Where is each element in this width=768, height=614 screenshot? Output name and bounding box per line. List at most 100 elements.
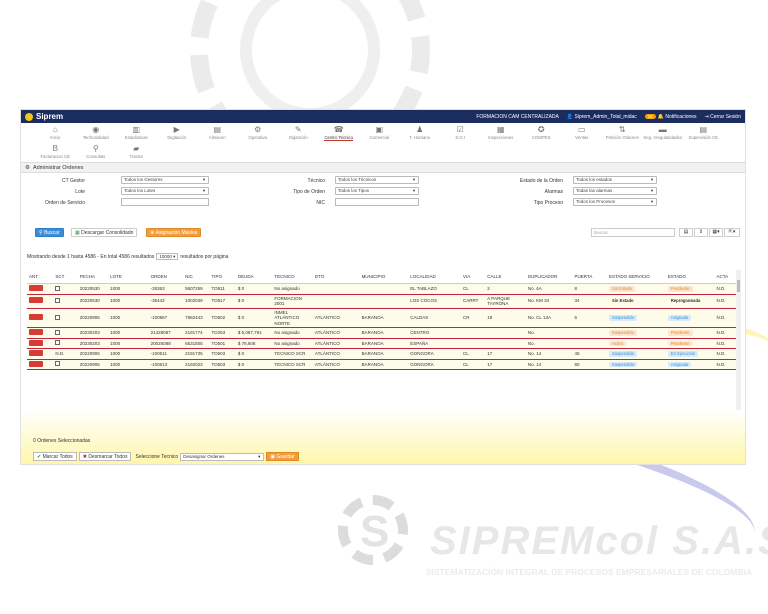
row-checkbox[interactable] [55,314,61,320]
orden-servicio-input[interactable] [121,198,209,206]
column-header[interactable]: ANT. [27,270,54,284]
brand-logo[interactable]: Siprem [25,112,63,121]
nav-item-inicio[interactable]: ⌂ Inicio [35,125,76,144]
cell-puerta: 8 [572,283,607,295]
row-checkbox[interactable] [55,361,61,366]
column-header[interactable]: ORDEN [148,270,184,284]
logout-link[interactable]: ⇥ Cerrar Sesión [705,114,741,120]
table-search-input[interactable]: Buscar [591,228,675,237]
column-header[interactable]: LOCALIDAD [408,270,461,284]
tipo-orden-select[interactable]: Todos los Tipos ▼ [335,187,419,195]
column-header[interactable]: MUNICIPIO [359,270,409,284]
lote-select[interactable]: Todos los Lotes ▼ [121,187,209,195]
nav-item-t-humano[interactable]: ♟ T. Humano [400,125,441,144]
nic-input[interactable] [335,198,419,206]
alarm-indicator[interactable] [29,329,43,335]
column-header[interactable]: NIC [183,270,210,284]
page-size-select[interactable]: 10000 ▾ [156,253,179,260]
cell-duplicador: No. CL 13A [525,308,573,328]
column-header[interactable]: ESTADO [665,270,715,284]
nav-item-consultas[interactable]: ⚲ Consultas [76,144,117,163]
row-checkbox[interactable] [55,340,61,345]
column-header[interactable]: PUERTA [572,270,607,284]
table-row[interactable]: 20220530 1000 -35442 1002039 TO817 $ 0 FORMACI… [27,294,741,309]
nav-item-operativa[interactable]: ⚙ Operativa [238,125,279,144]
column-header[interactable]: ESTADO SERVICIO [606,270,666,284]
cell-deuda: $ 0 [235,294,273,309]
column-header[interactable]: TECNICO [272,270,313,284]
columns-icon[interactable]: ▦▾ [709,228,723,237]
table-scrollbar-thumb[interactable] [737,280,740,292]
nav-icon: ⚙ [254,125,262,134]
tecnico-select[interactable]: Todos los Técnicos ▼ [335,176,419,184]
nav-item-compes[interactable]: ✪ COMPES [521,125,562,144]
guardar-button[interactable]: ▣ Guardar [266,452,299,461]
sort-icon[interactable]: ⇕ [694,228,708,237]
nav-item-tractor[interactable]: ▰ Tractor [116,144,157,163]
table-row[interactable]: 20220906 1000 -100567 7982443 TO502 $ 0 INMEL … [27,308,741,328]
cell-calle [485,338,526,349]
alarm-indicator[interactable] [29,360,43,367]
marcar-todos-button[interactable]: ✔ Marcar Todos [33,452,77,461]
estado-orden-select[interactable]: Todos los estados ▼ [573,176,657,184]
buscar-button[interactable]: ⚲ Buscar [35,228,64,237]
alarm-indicator[interactable] [29,297,43,304]
column-header[interactable]: DTO [312,270,360,284]
nav-item-digitaci-n[interactable]: ✎ Digitación [278,125,319,144]
chevron-down-icon: ▼ [412,177,416,182]
nav-item-s-g-i[interactable]: ☑ S.G.I [440,125,481,144]
tipo-proceso-select[interactable]: Todos los Procesos ▼ [573,198,657,206]
alarm-indicator[interactable] [29,339,43,346]
seleccione-tecnico-select[interactable]: Desasignar Ordenes ▼ [180,452,265,461]
notifications-menu[interactable]: 15 🔔 Notificaciones [644,113,697,120]
alarm-indicator[interactable] [29,285,43,291]
alarm-indicator[interactable] [29,350,43,356]
ct-gestor-select[interactable]: Todos los Gestores ▼ [121,176,209,184]
cell-dto: ATLÁNTICO [312,327,360,339]
column-header[interactable]: SCT [53,270,78,284]
nav-item-estadisticas[interactable]: ▥ Estadisticas [116,125,157,144]
table-row[interactable]: 20220906 1000 -100613 2192023 TO503 $ 0 TECNIC… [27,359,741,370]
nav-item-centro-tecnico[interactable]: ☎ Centro Tecnico [319,125,360,144]
column-header[interactable]: CALLE [485,270,526,284]
nav-item-supervisi-n-ce[interactable]: ▤ Supervisión CE [683,125,724,144]
cell-sct [53,327,78,339]
nav-item-seg-irregularidades[interactable]: ▬ Seg. Irregularidades [643,125,684,144]
nav-item-ventas[interactable]: ▭ Ventas [562,125,603,144]
column-header[interactable]: FECHA [77,270,109,284]
row-checkbox[interactable] [55,285,61,291]
bell-icon: 🔔 [657,113,666,120]
alarm-indicator[interactable] [29,314,43,320]
nav-item-almacen[interactable]: ▤ Almacen [197,125,238,144]
tipo-proceso-value: Todos los Procesos [576,199,616,204]
cell-municipio: BARANOA [359,348,409,360]
nav-item-inspecciones[interactable]: ▦ Inspecciones [481,125,522,144]
descargar-consolidado-button[interactable]: ▦ Descargar Consolidado [71,228,138,237]
column-header[interactable]: DEUDA [235,270,273,284]
column-header[interactable]: VIA [460,270,486,284]
cell-deuda: $ 0 [235,359,273,370]
export-icon[interactable]: ⇱▾ [724,228,740,237]
alarmas-select[interactable]: Todas las alarmas ▼ [573,187,657,195]
list-view-icon[interactable]: ▤ [679,228,693,237]
column-header[interactable]: DUPLICADOR [525,270,573,284]
desmarcar-todos-button[interactable]: ✖ Desmarcar Todos [78,452,132,461]
nav-item-facturacion-ce[interactable]: B Facturacion CE [35,144,76,163]
asignacion-masiva-button[interactable]: ⊕ Asignación Masiva [146,228,202,237]
estado-orden-value: Todos los estados [576,177,613,182]
column-header[interactable]: TIPO [209,270,236,284]
row-checkbox[interactable] [55,297,61,303]
row-checkbox[interactable] [55,329,61,335]
nav-item-digitaci-n[interactable]: ▶ Digitación [157,125,198,144]
table-row[interactable]: 20230203 1000 21428087 2191774 TO253 $ 5,087,… [27,327,741,339]
table-row[interactable]: 20230203 1000 20026088 6531505 TO501 $ 78,608… [27,338,741,349]
nav-item-territorialidad[interactable]: ◉ Territorialidad [76,125,117,144]
table-row[interactable]: N.D. 20220906 1000 -100611 2191735 TO503 $ 0 TE… [27,348,741,360]
marcar-label: Marcar Todos [42,453,73,460]
user-menu[interactable]: 👤 Siprem_Admin_Total_midac [567,114,637,120]
column-header[interactable]: LOTE [108,270,149,284]
nav-item-comercial[interactable]: ▣ Comercial [359,125,400,144]
table-row[interactable]: 20220530 1000 -35363 5607259 TO811 $ 0 No asig… [27,283,741,295]
nav-item-petici-n-ordenes[interactable]: ⇅ Petición Ordenes [602,125,643,144]
chevron-down-icon: ▼ [202,188,206,193]
